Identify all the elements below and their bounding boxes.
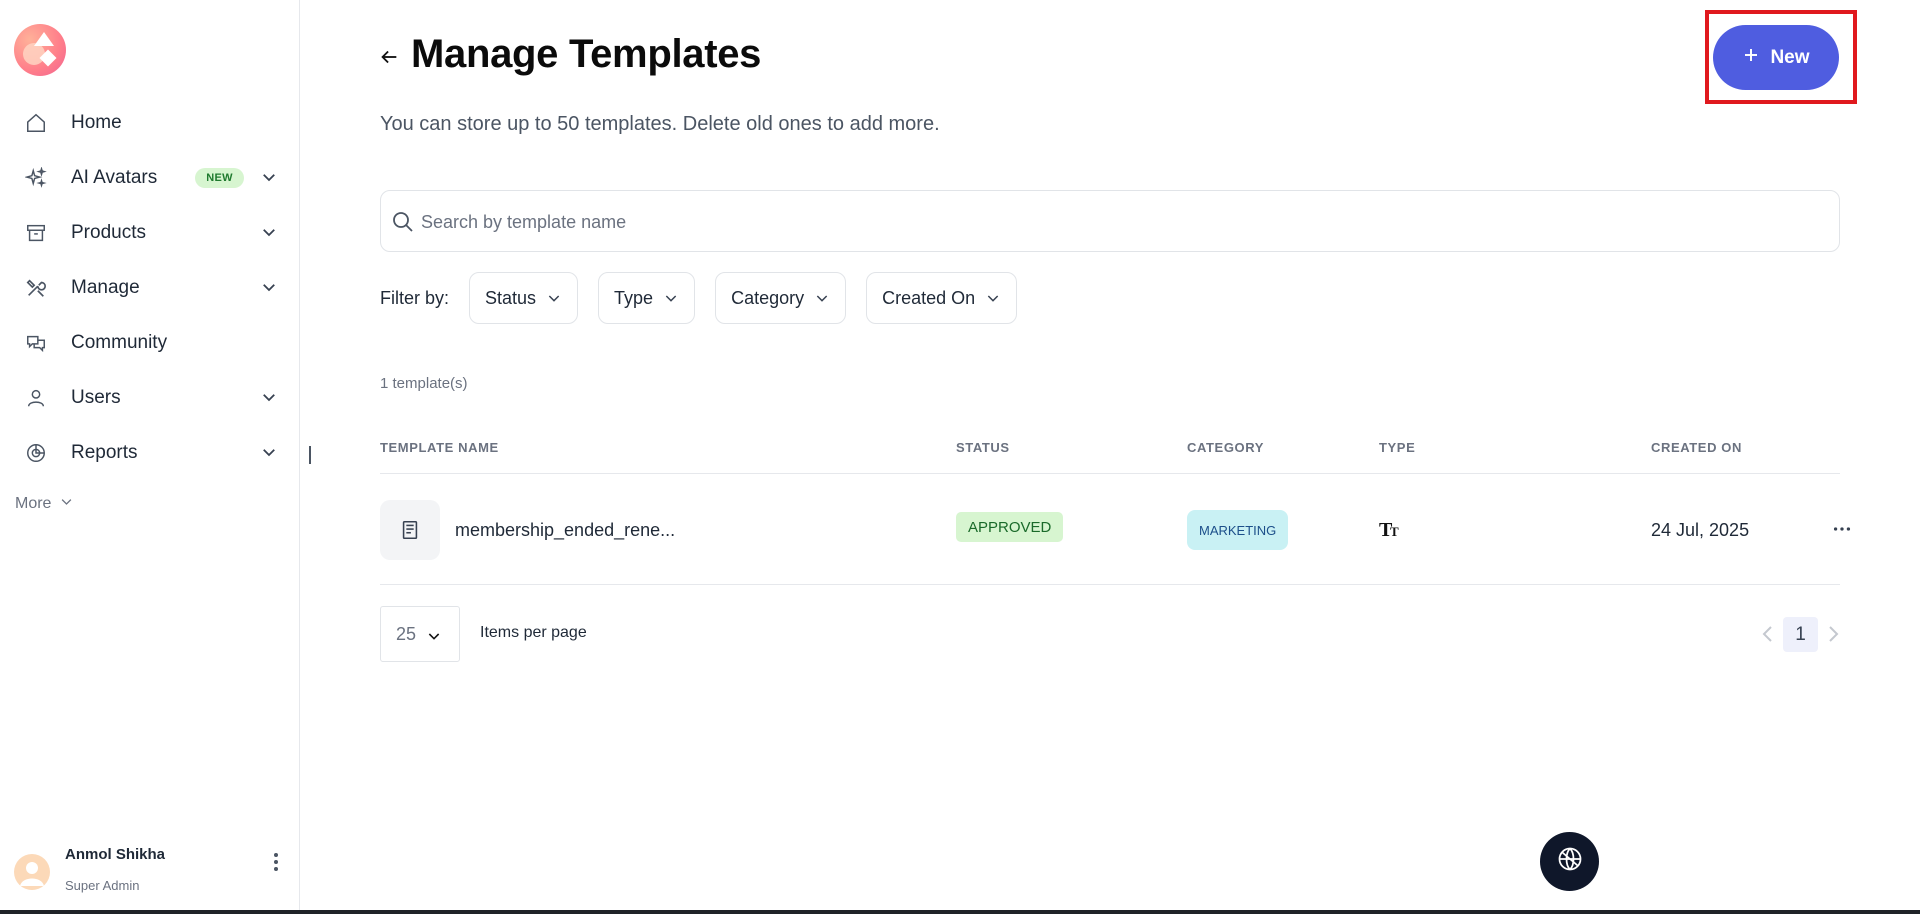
user-profile[interactable]: Anmol Shikha Super Admin bbox=[14, 846, 284, 896]
chevron-down-icon[interactable] bbox=[260, 168, 278, 186]
chat-bubbles-icon bbox=[24, 331, 48, 355]
sidebar-item-products[interactable]: Products bbox=[0, 205, 300, 260]
highlight-box bbox=[1705, 10, 1857, 104]
sidebar-item-ai-avatars[interactable]: AI Avatars NEW bbox=[0, 150, 300, 205]
kebab-menu-icon[interactable] bbox=[268, 850, 284, 874]
page-title: Manage Templates bbox=[411, 32, 762, 76]
sidebar-item-users[interactable]: Users bbox=[0, 370, 300, 425]
chevron-down-icon bbox=[985, 290, 1001, 306]
table-header: TEMPLATE NAME STATUS CATEGORY TYPE CREAT… bbox=[380, 440, 1840, 474]
more-label: More bbox=[15, 495, 52, 512]
chevron-down-icon bbox=[814, 290, 830, 306]
chevron-right-icon[interactable] bbox=[1824, 623, 1842, 645]
sidebar-item-label: AI Avatars bbox=[71, 166, 158, 188]
chevron-left-icon[interactable] bbox=[1759, 623, 1777, 645]
avatar bbox=[14, 854, 50, 890]
filter-option-label: Status bbox=[485, 287, 537, 308]
pie-chart-icon bbox=[24, 441, 48, 465]
chevron-down-icon bbox=[426, 628, 442, 644]
archive-box-icon bbox=[24, 221, 48, 245]
chevron-down-icon[interactable] bbox=[260, 443, 278, 461]
app-root: Home AI Avatars NEW Products Manage Comm… bbox=[0, 0, 1920, 914]
chevron-down-icon[interactable] bbox=[260, 388, 278, 406]
sidebar-item-reports[interactable]: Reports bbox=[0, 425, 300, 480]
page-subtitle: You can store up to 50 templates. Delete… bbox=[380, 113, 940, 135]
sidebar-nav: Home AI Avatars NEW Products Manage Comm… bbox=[0, 95, 300, 480]
sidebar-item-home[interactable]: Home bbox=[0, 95, 300, 150]
sidebar-item-label: Reports bbox=[71, 441, 138, 463]
document-icon bbox=[380, 500, 440, 560]
main-content: Manage Templates You can store up to 50 … bbox=[300, 0, 1920, 914]
filter-option-label: Category bbox=[731, 287, 805, 308]
search-bar bbox=[380, 190, 1840, 252]
column-header-created-on: CREATED ON bbox=[1651, 440, 1742, 455]
filter-label: Filter by: bbox=[380, 287, 450, 308]
chevron-down-icon bbox=[663, 290, 679, 306]
chevron-down-icon bbox=[59, 494, 74, 514]
chevron-down-icon[interactable] bbox=[260, 278, 278, 296]
more-toggle[interactable]: More bbox=[15, 494, 74, 514]
chevron-down-icon bbox=[546, 290, 562, 306]
column-header-category: CATEGORY bbox=[1187, 440, 1265, 455]
filter-created-on[interactable]: Created On bbox=[866, 272, 1018, 324]
page-number-current[interactable]: 1 bbox=[1783, 617, 1818, 652]
status-badge: APPROVED bbox=[956, 512, 1064, 542]
sidebar-item-manage[interactable]: Manage bbox=[0, 260, 300, 315]
search-icon bbox=[391, 210, 415, 234]
user-icon bbox=[24, 386, 48, 410]
filter-bar: Filter by: Status Type Category Created … bbox=[380, 272, 1037, 324]
brand-logo[interactable] bbox=[14, 24, 66, 76]
sidebar-item-label: Products bbox=[71, 221, 146, 243]
user-name: Anmol Shikha bbox=[65, 846, 166, 863]
tools-icon bbox=[24, 276, 48, 300]
globe-icon bbox=[1556, 845, 1584, 878]
filter-option-label: Type bbox=[614, 287, 654, 308]
template-name[interactable]: membership_ended_rene... bbox=[455, 520, 675, 541]
sidebar-item-label: Community bbox=[71, 331, 168, 353]
filter-option-label: Created On bbox=[882, 287, 976, 308]
text-type-icon: TT bbox=[1379, 518, 1403, 541]
search-input[interactable] bbox=[421, 205, 1821, 239]
items-per-page-label: Items per page bbox=[480, 624, 587, 641]
sparkle-icon bbox=[24, 166, 48, 190]
chat-support-button[interactable] bbox=[1540, 832, 1599, 891]
window-bottom-edge bbox=[0, 910, 1920, 914]
sidebar-item-label: Home bbox=[71, 111, 122, 133]
column-header-type: TYPE bbox=[1379, 440, 1416, 455]
sidebar-item-community[interactable]: Community bbox=[0, 315, 300, 370]
table-row[interactable]: membership_ended_rene... APPROVED MARKET… bbox=[380, 474, 1851, 585]
sidebar: Home AI Avatars NEW Products Manage Comm… bbox=[0, 0, 300, 914]
category-badge: MARKETING bbox=[1187, 510, 1289, 550]
page-size-value: 25 bbox=[396, 623, 417, 644]
sidebar-item-label: Users bbox=[71, 386, 121, 408]
svg-text:T: T bbox=[1390, 524, 1399, 539]
sidebar-item-label: Manage bbox=[71, 276, 140, 298]
new-badge: NEW bbox=[195, 167, 244, 188]
user-role: Super Admin bbox=[65, 878, 140, 893]
more-horizontal-icon[interactable] bbox=[1831, 518, 1853, 540]
home-icon bbox=[24, 111, 48, 135]
template-count: 1 template(s) bbox=[380, 375, 468, 392]
column-header-status: STATUS bbox=[956, 440, 1010, 455]
filter-type[interactable]: Type bbox=[598, 272, 696, 324]
page-size-select[interactable]: 25 bbox=[380, 606, 460, 662]
column-header-template-name: TEMPLATE NAME bbox=[380, 440, 499, 455]
back-arrow-icon[interactable] bbox=[378, 46, 400, 68]
chevron-down-icon[interactable] bbox=[260, 223, 278, 241]
filter-status[interactable]: Status bbox=[469, 272, 579, 324]
created-on-date: 24 Jul, 2025 bbox=[1651, 520, 1750, 540]
filter-category[interactable]: Category bbox=[715, 272, 847, 324]
